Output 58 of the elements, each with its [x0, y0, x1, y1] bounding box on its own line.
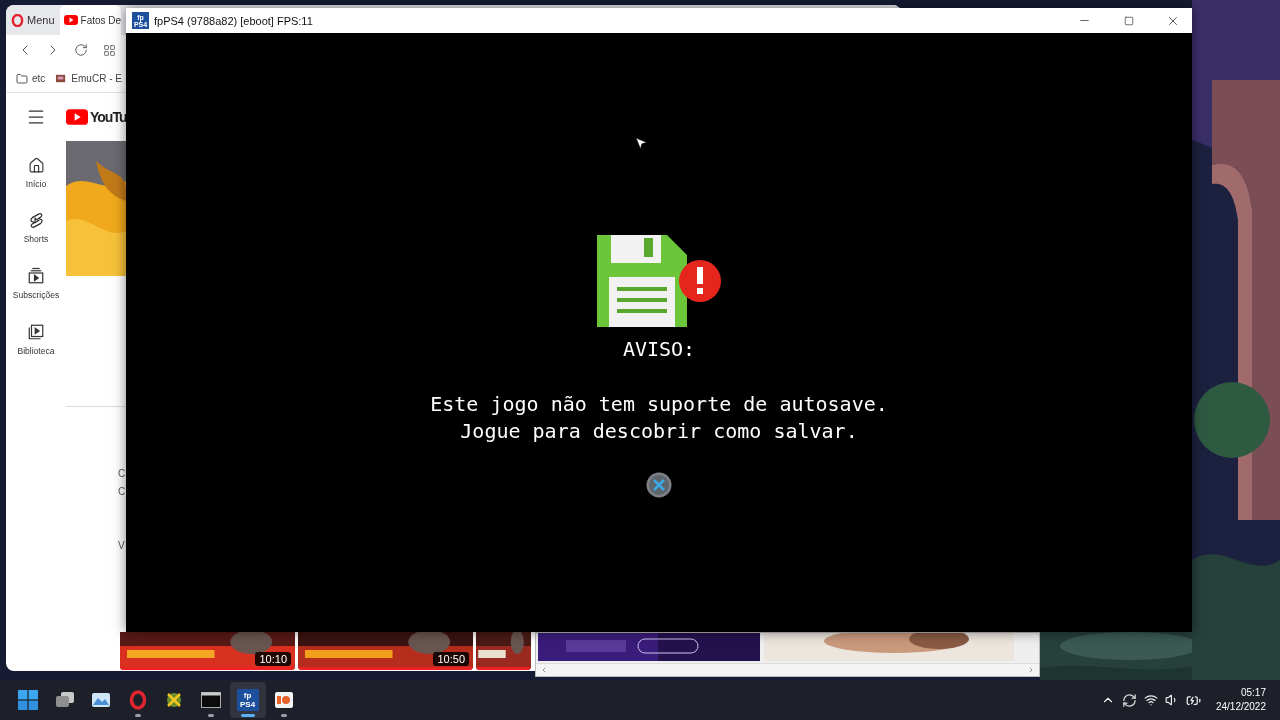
site-logo[interactable]: YouTu [90, 109, 127, 125]
windows-logo-icon [18, 690, 38, 710]
tab-label: Fatos De [80, 14, 122, 26]
home-icon [27, 157, 45, 174]
folder-icon [16, 72, 28, 85]
browser-tab[interactable]: Menu [6, 5, 60, 35]
photo-viewer-icon [91, 691, 112, 709]
sidebar-item[interactable]: Biblioteca [6, 323, 66, 356]
scroll-left-icon[interactable] [540, 666, 548, 674]
site-icon [55, 73, 68, 84]
duration-badge: 10:10 [255, 652, 291, 666]
mouse-cursor-icon [634, 136, 648, 150]
sidebar-label: Subscrições [12, 290, 60, 300]
duration-badge: 10:50 [433, 652, 469, 666]
shorts-icon [27, 212, 45, 229]
window-title: fpPS4 (9788a82) [eboot] FPS:11 [154, 14, 314, 27]
floppy-disk-warning-icon [596, 235, 722, 327]
task-view-icon [54, 691, 75, 709]
tab-label: Menu [27, 14, 55, 26]
text-fragment: V [118, 539, 125, 553]
warning-message: Jogue para descobrir como salvar. [460, 418, 858, 445]
scroll-right-icon[interactable] [1027, 666, 1035, 674]
sync-icon[interactable] [1121, 692, 1137, 708]
play-logo-icon [66, 109, 88, 125]
presentation-icon [275, 692, 294, 708]
play-logo-icon [63, 15, 78, 25]
horizontal-scrollbar[interactable] [536, 663, 1039, 676]
grid-icon[interactable] [102, 43, 116, 57]
sidebar-label: Início [25, 179, 47, 189]
warning-message: Este jogo não tem suporte de autosave. [430, 391, 888, 418]
clock-date: 24/12/2022 [1215, 700, 1266, 714]
browser-tab[interactable]: Fatos De [59, 5, 122, 35]
cross-button-icon [646, 472, 672, 498]
text-fragment: C [118, 485, 126, 499]
maximize-icon[interactable] [1123, 15, 1134, 26]
bookmark-link[interactable]: etc [16, 72, 46, 85]
taskbar-app[interactable]: fp PS4 [229, 682, 266, 718]
clock[interactable]: 05:17 24/12/2022 [1215, 686, 1266, 714]
sidebar-item[interactable]: Início [6, 157, 66, 189]
opera-logo-icon [11, 13, 24, 27]
terminal-icon [200, 692, 221, 708]
subscriptions-icon [27, 267, 45, 285]
sidebar-item[interactable]: Shorts [6, 212, 66, 244]
warning-heading: AVISO: [622, 337, 696, 361]
clock-time: 05:17 [1240, 686, 1266, 700]
library-icon [27, 323, 45, 341]
reload-icon[interactable] [74, 43, 88, 57]
bookmark-label: etc [32, 73, 46, 84]
logo-text: PS4 [240, 700, 256, 709]
opera-logo-icon [128, 690, 147, 710]
sidebar-item[interactable]: Subscrições [6, 267, 66, 300]
sidebar-label: Shorts [23, 234, 49, 244]
bookmark-link[interactable]: EmuCR - E [55, 73, 122, 84]
wifi-icon[interactable] [1143, 693, 1158, 707]
logo-text: fp [243, 691, 252, 700]
bookmark-label: EmuCR - E [71, 73, 122, 84]
text-fragment: C [118, 467, 126, 481]
sidebar-label: Biblioteca [17, 346, 55, 356]
